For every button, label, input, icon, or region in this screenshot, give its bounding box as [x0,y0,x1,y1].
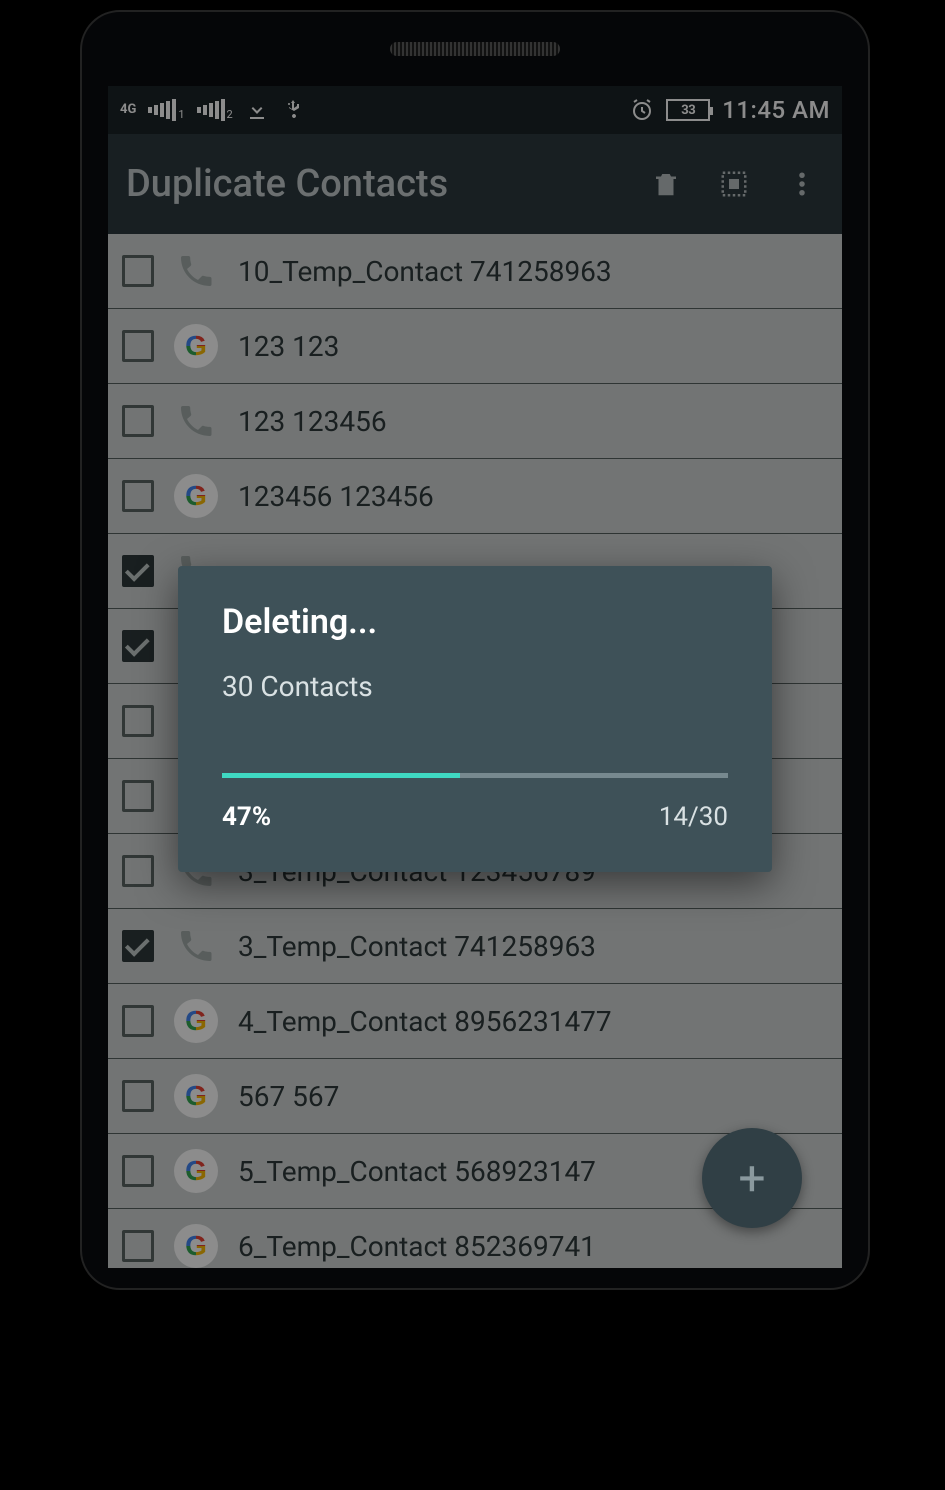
dialog-title: Deleting... [222,602,728,642]
phone-speaker [390,42,560,56]
progress-count: 14/30 [659,802,728,832]
deleting-dialog: Deleting... 30 Contacts 47% 14/30 [178,566,772,872]
plus-icon: + [738,1150,765,1207]
screen: 4G 1 2 [108,86,842,1268]
progress-percent: 47% [222,802,271,832]
phone-frame: 4G 1 2 [80,10,870,1290]
progress-fill [222,773,460,778]
add-contact-fab[interactable]: + [702,1128,802,1228]
progress-bar [222,773,728,778]
dialog-subtitle: 30 Contacts [222,670,728,703]
